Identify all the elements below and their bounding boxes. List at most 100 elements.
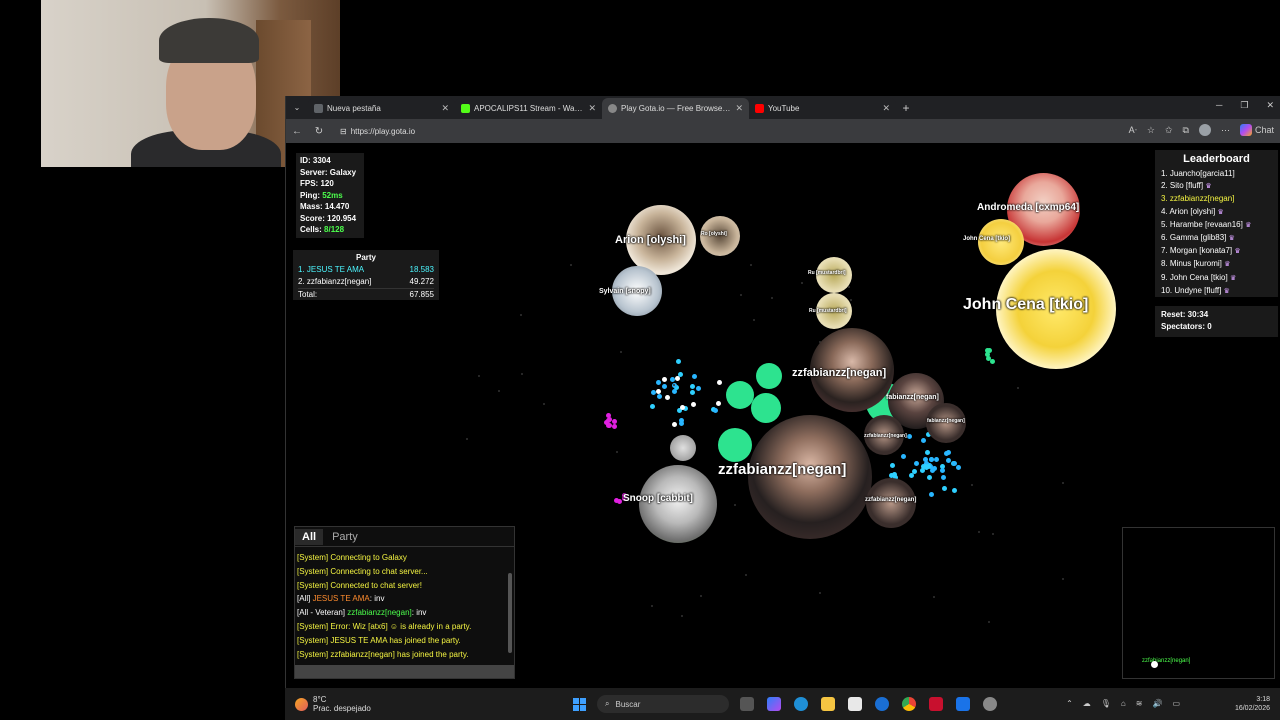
- favorites-icon[interactable]: ✩: [1165, 125, 1173, 136]
- chat-input[interactable]: [295, 665, 514, 678]
- network-icon[interactable]: ⌂: [1121, 699, 1126, 708]
- windows-taskbar: 8°C Prac. despejado ⌕ Buscar ⌃ ☁ 🎙 ⌂ ≋ 🔊…: [285, 688, 1280, 720]
- settings-gear-icon[interactable]: [983, 697, 997, 711]
- stat-cells: Cells: 8/128: [300, 224, 360, 236]
- mcafee-icon[interactable]: [929, 697, 943, 711]
- food-pellet: [819, 591, 822, 594]
- chat-tab-all[interactable]: All: [295, 528, 324, 545]
- party-member: 2. zzfabianzz[negan] 49.272: [298, 276, 434, 288]
- url-text: https://play.gota.io: [350, 126, 416, 136]
- tab-youtube[interactable]: YouTube ✕: [749, 98, 896, 119]
- chat-scrollbar[interactable]: [508, 573, 512, 653]
- leaderboard-panel: Leaderboard 1. Juancho[garcia11] 2. Sito…: [1155, 150, 1278, 297]
- chat-message: [System] Connecting to Galaxy: [297, 551, 512, 565]
- maximize-icon[interactable]: ❐: [1240, 100, 1248, 111]
- minimize-icon[interactable]: ─: [1216, 100, 1222, 111]
- food-pellet: [661, 383, 667, 389]
- window-controls: ─ ❐ ✕: [1216, 100, 1274, 111]
- food-pellet: [1016, 387, 1019, 389]
- task-view-icon[interactable]: [740, 697, 754, 711]
- chat-message-part: JESUS TE AMA: [312, 594, 370, 604]
- tab-close-icon[interactable]: ✕: [441, 103, 449, 114]
- weather-condition: Prac. despejado: [313, 704, 371, 713]
- volume-icon[interactable]: 🔊: [1152, 699, 1162, 708]
- tab-title: Play Gota.io — Free Browser Multi: [621, 104, 731, 113]
- food-pellet: [920, 437, 926, 443]
- chat-message-part: [System] zzfabianzz[negan] has joined th…: [297, 649, 469, 659]
- food-pellet: [941, 486, 947, 492]
- chat-message-part: [System] Connecting to chat server...: [297, 566, 428, 576]
- food-pellet: [907, 433, 913, 439]
- weather-temperature: 8°C: [313, 695, 327, 704]
- food-pellet: [927, 474, 933, 480]
- favorite-star-icon[interactable]: ☆: [1147, 125, 1155, 136]
- taskbar-search[interactable]: ⌕ Buscar: [597, 695, 729, 713]
- wifi-icon[interactable]: ≋: [1136, 699, 1143, 708]
- tab-title: YouTube: [768, 104, 800, 113]
- leaderboard-entry-name: 5. Harambe [revaan16]: [1161, 219, 1243, 229]
- tab-gota-io[interactable]: Play Gota.io — Free Browser Multi ✕: [602, 98, 749, 119]
- url-field[interactable]: ⊟ https://play.gota.io: [334, 125, 421, 138]
- cell-name-arion: Arion [olyshi]: [615, 234, 686, 246]
- windows-start-icon[interactable]: [573, 698, 586, 711]
- show-hidden-icons[interactable]: ⌃: [1066, 699, 1073, 708]
- food-pellet: [616, 450, 619, 453]
- browser-window: ⌄ Nueva pestaña ✕ APOCALIPS11 Stream - W…: [285, 96, 1280, 688]
- copilot-app-icon[interactable]: [767, 697, 781, 711]
- chat-tab-party[interactable]: Party: [325, 529, 365, 545]
- battery-icon[interactable]: ▭: [1172, 699, 1180, 708]
- tab-close-icon[interactable]: ✕: [882, 103, 890, 114]
- player-cell-green-2: [756, 363, 782, 389]
- microphone-icon[interactable]: 🎙: [1101, 699, 1111, 708]
- leaderboard-entry-name: 2. Sito [fluff]: [1161, 181, 1204, 191]
- food-pellet: [661, 377, 667, 383]
- tab-close-icon[interactable]: ✕: [588, 103, 596, 114]
- food-pellet: [940, 475, 946, 481]
- new-tab-icon[interactable]: +: [896, 101, 916, 115]
- tab-close-icon[interactable]: ✕: [735, 103, 743, 114]
- collections-icon[interactable]: ⧉: [1183, 125, 1189, 136]
- food-pellet: [690, 390, 696, 396]
- edge-icon[interactable]: [794, 697, 808, 711]
- tab-nueva-pestana[interactable]: Nueva pestaña ✕: [308, 98, 455, 119]
- food-pellet: [651, 604, 654, 607]
- game-canvas[interactable]: Arion [olyshi] Ro [olyshi] Sylvain [snop…: [286, 143, 1280, 688]
- food-pellet: [671, 422, 677, 428]
- reload-icon[interactable]: ↻: [308, 126, 330, 137]
- site-info-icon[interactable]: ⊟: [340, 127, 347, 136]
- food-pellet: [744, 574, 747, 576]
- taskbar-clock[interactable]: 3:18 16/02/2026: [1235, 695, 1270, 713]
- tab-actions-icon[interactable]: ⌄: [286, 103, 308, 112]
- tab-apocalips-stream[interactable]: APOCALIPS11 Stream - Watch Live ✕: [455, 98, 602, 119]
- search-placeholder: Buscar: [615, 699, 641, 709]
- cloud-icon[interactable]: ☁: [1083, 699, 1091, 708]
- cell-name-johncena: John Cena [tkio]: [963, 296, 1089, 313]
- file-explorer-icon[interactable]: [821, 697, 835, 711]
- profile-avatar[interactable]: [1198, 124, 1211, 136]
- party-total-value: 67.855: [409, 290, 434, 299]
- reset-panel: Reset: 30:34 Spectators: 0: [1155, 306, 1278, 337]
- player-cell-negan-small-3: [866, 478, 916, 528]
- back-icon[interactable]: ←: [286, 126, 308, 137]
- food-pellet: [716, 379, 722, 385]
- food-pellet: [945, 457, 951, 463]
- food-pellet: [946, 449, 952, 455]
- tab-bar: ⌄ Nueva pestaña ✕ APOCALIPS11 Stream - W…: [286, 96, 1280, 119]
- weather-widget[interactable]: 8°C Prac. despejado: [295, 695, 371, 713]
- cell-name-johncena-small: John Cena [tkio]: [963, 236, 1011, 242]
- weather-icon: [295, 697, 308, 711]
- food-pellet: [989, 359, 995, 365]
- copilot-chat-button[interactable]: Chat: [1239, 124, 1274, 136]
- close-window-icon[interactable]: ✕: [1266, 100, 1274, 111]
- read-aloud-icon[interactable]: Aᐧ: [1129, 125, 1137, 136]
- hp-icon[interactable]: [875, 697, 889, 711]
- store-icon[interactable]: [848, 697, 862, 711]
- food-pellet: [681, 614, 684, 617]
- more-menu-icon[interactable]: ⋯: [1221, 125, 1230, 136]
- chat-message: [System] Connected to chat server!: [297, 579, 512, 593]
- chat-panel: All Party [System] Connecting to Galaxy[…: [294, 526, 515, 679]
- mail-icon[interactable]: [956, 697, 970, 711]
- leaderboard-entry-name: 10. Undyne [fluff]: [1161, 285, 1222, 295]
- chrome-icon[interactable]: [902, 697, 916, 711]
- chat-message-part: : inv: [411, 608, 427, 618]
